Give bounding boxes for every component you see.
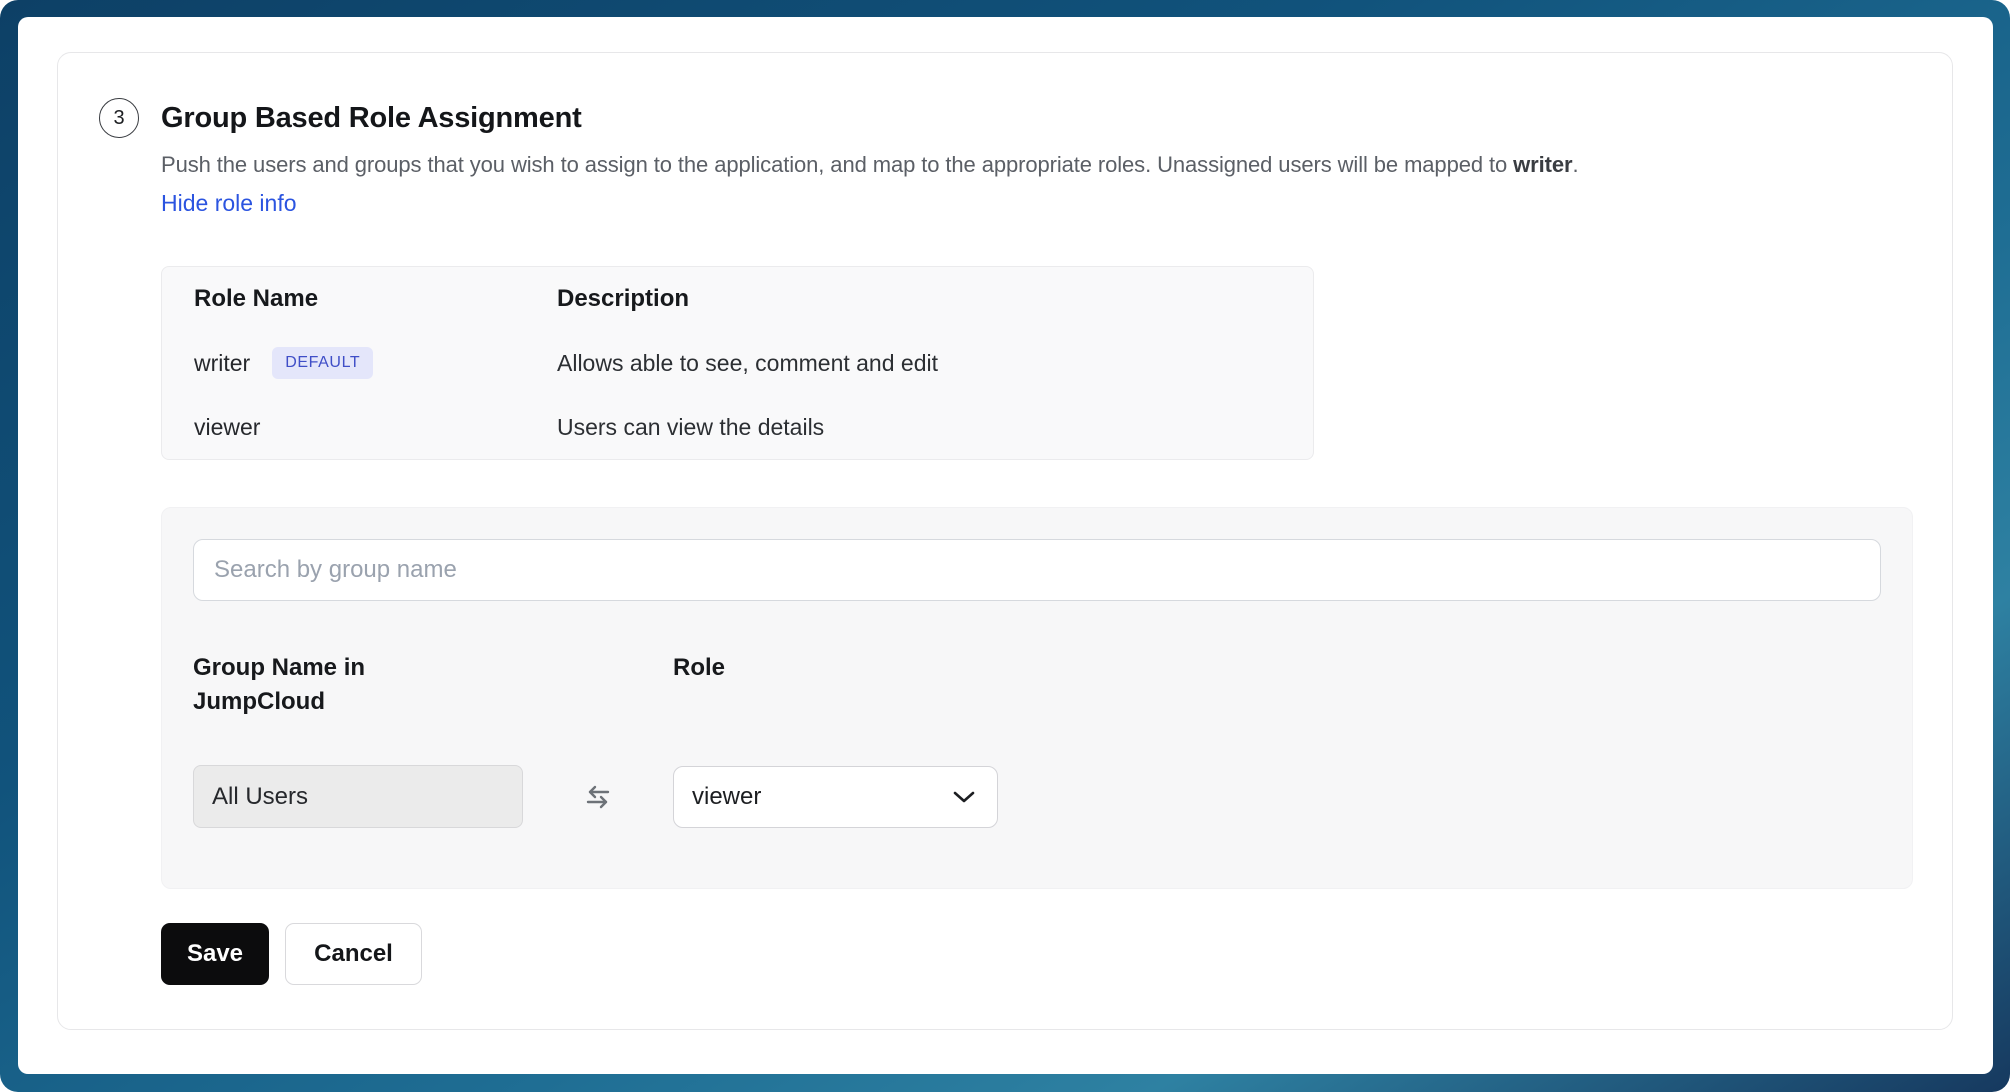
default-badge: DEFAULT (272, 347, 373, 379)
role-name-cell: viewer (194, 414, 557, 441)
mapping-row: All Users (193, 765, 1881, 828)
default-role-name: writer (1513, 152, 1572, 177)
group-mapping-panel: Group Name in JumpCloud Role All Users (161, 507, 1913, 889)
group-name-field: All Users (193, 765, 523, 828)
section-description: Push the users and groups that you wish … (161, 150, 1907, 180)
page-background: 3 Group Based Role Assignment Push the u… (18, 17, 1993, 1074)
role-column-header: Role (673, 651, 998, 685)
role-description: Users can view the details (557, 414, 1281, 441)
description-text: Push the users and groups that you wish … (161, 152, 1513, 177)
swap-cell (523, 765, 673, 828)
hide-role-info-link[interactable]: Hide role info (161, 188, 297, 218)
role-name-header: Role Name (194, 285, 557, 313)
role-select-value: viewer (692, 783, 761, 811)
form-actions: Save Cancel (161, 923, 1907, 985)
description-period: . (1572, 152, 1578, 177)
role-name-cell: writer DEFAULT (194, 347, 557, 379)
role-assignment-card: 3 Group Based Role Assignment Push the u… (57, 52, 1953, 1030)
step-content: Group Based Role Assignment Push the use… (161, 98, 1907, 985)
table-row: writer DEFAULT Allows able to see, comme… (194, 331, 1281, 395)
role-info-table: Role Name Description writer DEFAULT All… (161, 266, 1314, 460)
role-name: writer (194, 350, 250, 377)
mapping-header-row: Group Name in JumpCloud Role (193, 651, 1881, 719)
save-button[interactable]: Save (161, 923, 269, 985)
window-frame: 3 Group Based Role Assignment Push the u… (0, 0, 2010, 1092)
step-number-badge: 3 (99, 98, 139, 138)
group-search-input[interactable] (193, 539, 1881, 601)
role-name: viewer (194, 414, 260, 441)
step-section: 3 Group Based Role Assignment Push the u… (58, 53, 1952, 985)
cancel-button[interactable]: Cancel (285, 923, 422, 985)
role-description-header: Description (557, 285, 1281, 313)
swap-arrows-icon (582, 782, 614, 812)
step-number: 3 (113, 107, 124, 130)
role-select[interactable]: viewer (673, 766, 998, 828)
role-description: Allows able to see, comment and edit (557, 350, 1281, 377)
role-table-header-row: Role Name Description (194, 267, 1281, 331)
table-row: viewer Users can view the details (194, 395, 1281, 459)
chevron-down-icon (951, 789, 977, 805)
section-title: Group Based Role Assignment (161, 98, 1907, 138)
group-name-column-header: Group Name in JumpCloud (193, 651, 438, 719)
group-name-value: All Users (212, 783, 308, 811)
